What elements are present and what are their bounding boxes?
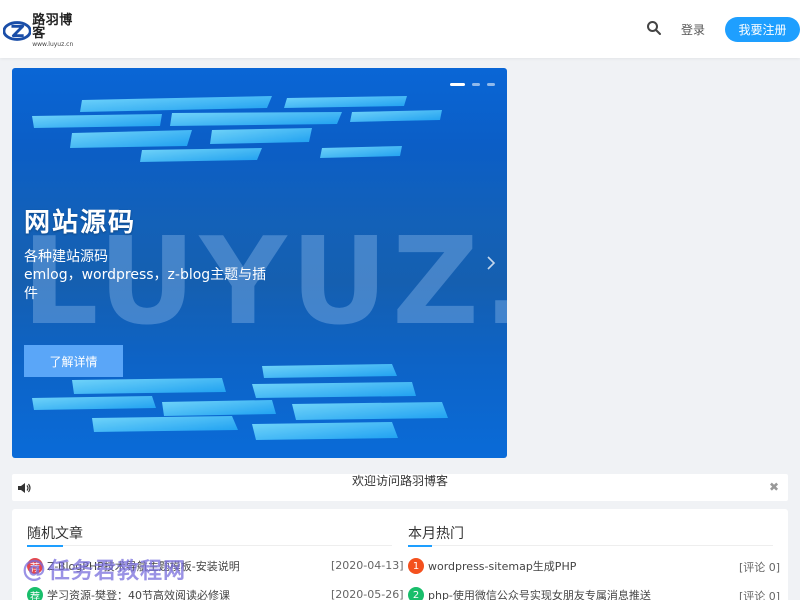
rank-badge: 2 <box>408 587 424 600</box>
random-posts-title: 随机文章 <box>27 526 83 542</box>
post-date: [2020-04-13] <box>331 559 404 572</box>
banner-description: emlog，wordpress，z-blog主题与插件 <box>24 267 267 302</box>
register-button[interactable]: 我要注册 <box>725 17 800 42</box>
close-icon[interactable]: ✖ <box>769 480 779 494</box>
list-item[interactable]: 2 php-使用微信公众号实现女朋友专属消息推送 <box>408 587 708 600</box>
comment-count: [评论 0] <box>739 590 781 600</box>
section-underline <box>408 545 432 547</box>
site-header: 路羽博客 www.luyuz.cn 登录 我要注册 <box>0 0 800 58</box>
site-logo[interactable]: 路羽博客 www.luyuz.cn <box>3 14 83 48</box>
divider <box>408 545 773 546</box>
list-item[interactable]: 1 wordpress-sitemap生成PHP <box>408 558 708 574</box>
chevron-right-icon[interactable] <box>485 255 497 271</box>
banner-title: 网站源码 <box>24 208 137 238</box>
post-title[interactable]: wordpress-sitemap生成PHP <box>428 558 576 574</box>
logo-icon <box>3 21 32 41</box>
search-icon[interactable] <box>646 20 662 36</box>
notice-bar: 欢迎访问路羽博客 ✖ <box>12 474 788 501</box>
logo-text: 路羽博客 www.luyuz.cn <box>32 14 83 48</box>
carousel-indicators <box>450 83 495 86</box>
login-link[interactable]: 登录 <box>681 21 705 38</box>
posts-card: 随机文章 荐 Z-BlogPHP技术导航主题模板-安装说明 [2020-04-1… <box>12 509 788 600</box>
recommend-badge: 荐 <box>27 587 43 600</box>
carousel-dot[interactable] <box>450 83 465 86</box>
section-underline <box>27 545 63 547</box>
list-item[interactable]: 荐 Z-BlogPHP技术导航主题模板-安装说明 <box>27 558 317 574</box>
carousel-dot[interactable] <box>472 83 480 86</box>
banner-carousel[interactable]: LUYUZ.CN 网站源码 各种建站源码 emlog，wordpress，z-b… <box>12 68 507 458</box>
rank-badge: 1 <box>408 558 424 574</box>
divider <box>27 545 392 546</box>
notice-text: 欢迎访问路羽博客 <box>351 474 448 488</box>
comment-count: [评论 0] <box>739 561 781 574</box>
banner-subtitle: 各种建站源码 <box>24 249 108 265</box>
logo-url: www.luyuz.cn <box>32 41 74 48</box>
logo-title: 路羽博客 <box>32 13 73 41</box>
post-title[interactable]: Z-BlogPHP技术导航主题模板-安装说明 <box>47 558 240 574</box>
hot-posts-title: 本月热门 <box>408 526 464 542</box>
post-title[interactable]: php-使用微信公众号实现女朋友专属消息推送 <box>428 587 651 600</box>
post-title[interactable]: 学习资源-樊登：40节高效阅读必修课 <box>47 587 230 600</box>
learn-more-button[interactable]: 了解详情 <box>24 345 123 377</box>
carousel-dot[interactable] <box>487 83 495 86</box>
recommend-badge: 荐 <box>27 558 43 574</box>
post-date: [2020-05-26] <box>331 588 404 600</box>
list-item[interactable]: 荐 学习资源-樊登：40节高效阅读必修课 <box>27 587 317 600</box>
